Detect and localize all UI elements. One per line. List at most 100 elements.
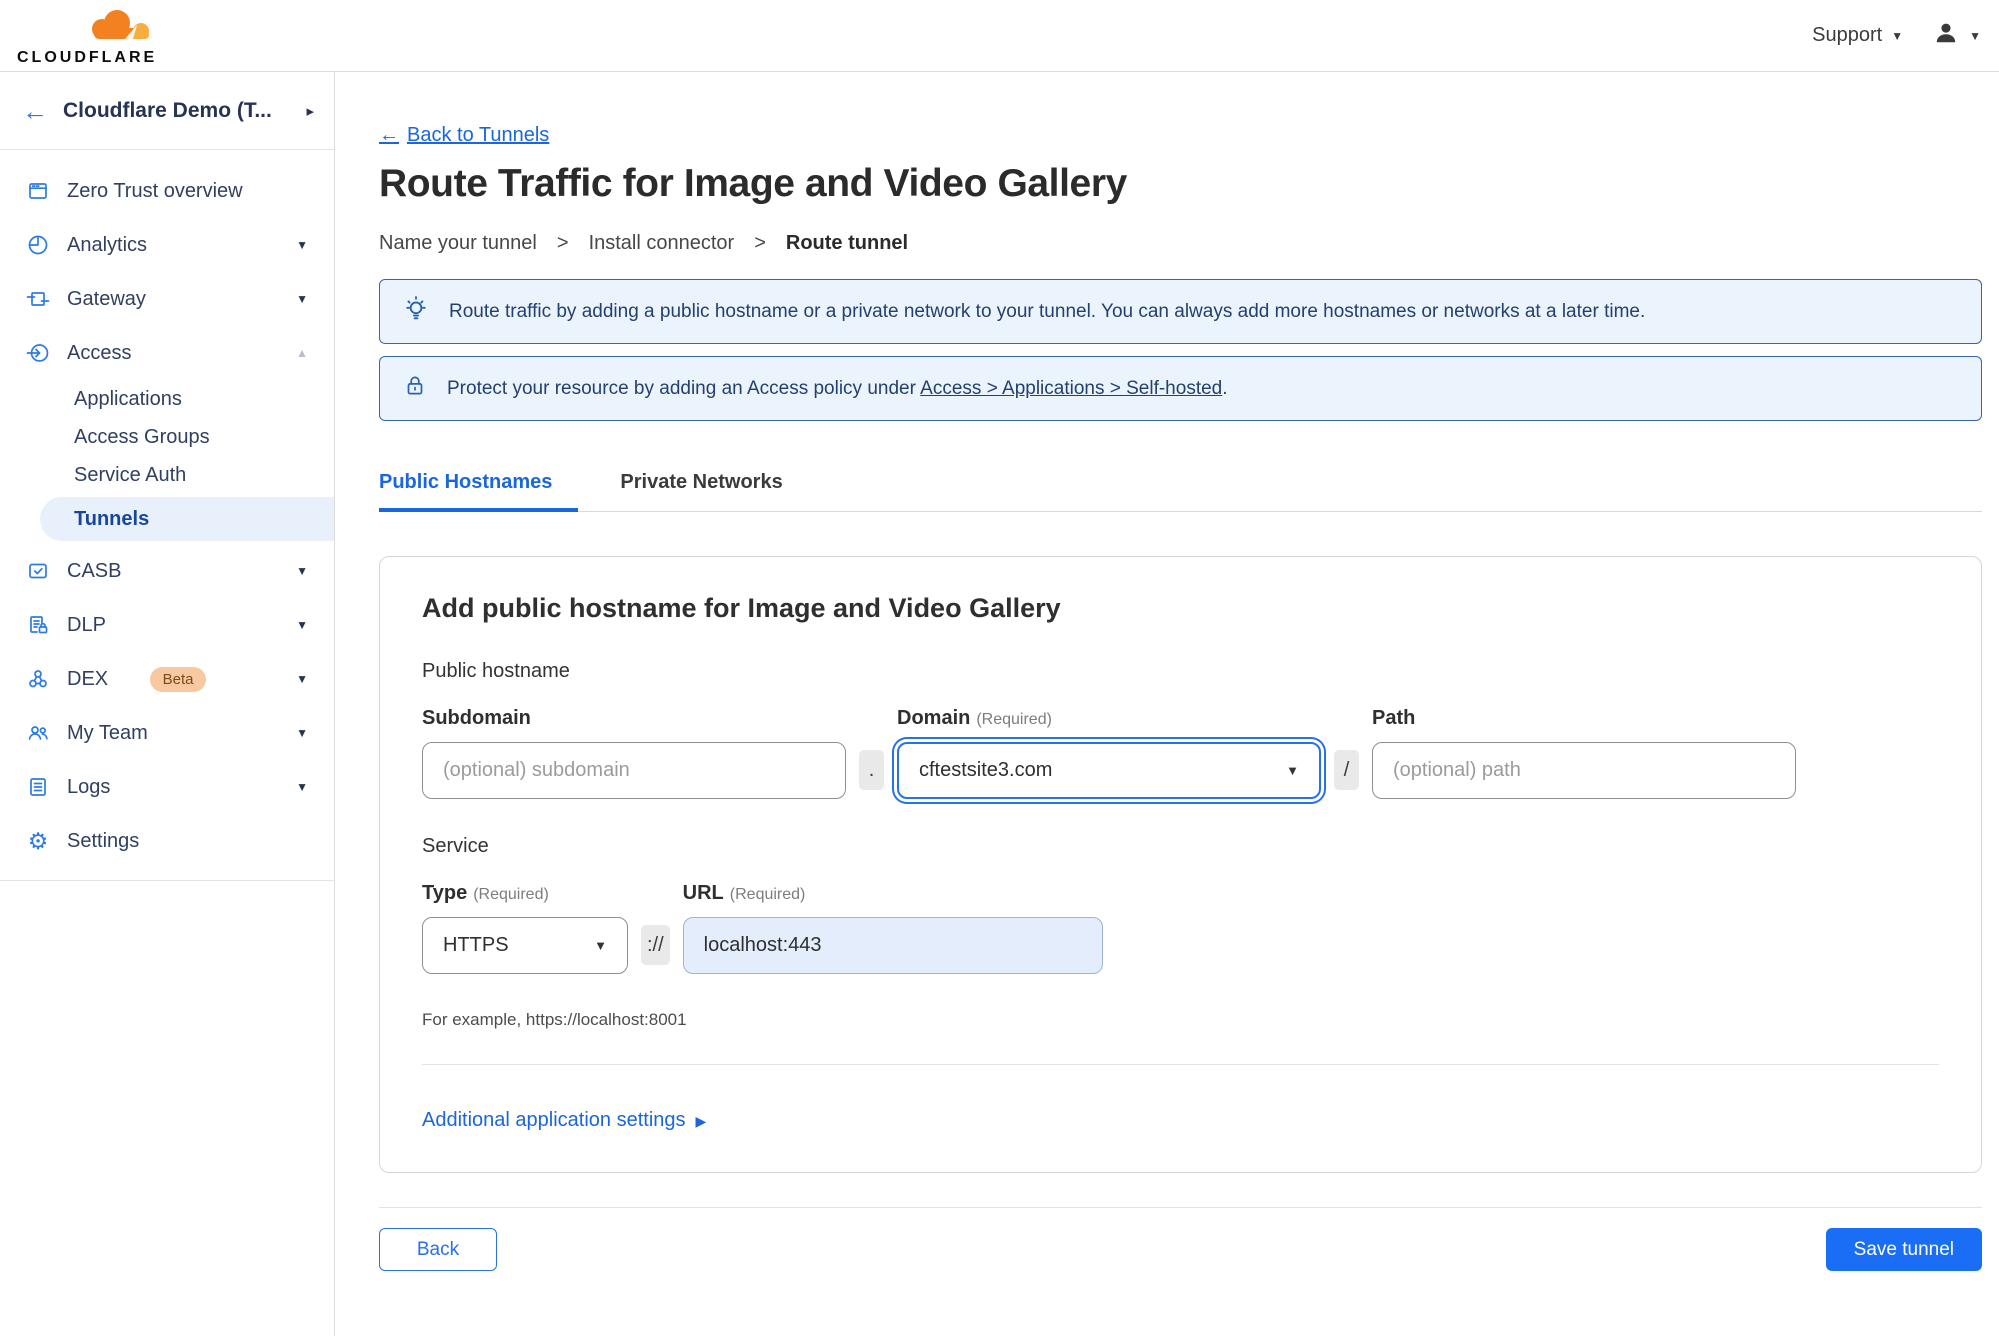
footer-actions: Back Save tunnel: [379, 1228, 1982, 1271]
dot-separator: .: [859, 750, 884, 790]
sidebar-item-dlp[interactable]: DLP ▼: [0, 598, 334, 652]
path-label: Path: [1372, 707, 1416, 729]
sidebar-item-label: Analytics: [67, 233, 148, 256]
dlp-document-lock-icon: [26, 613, 50, 637]
service-type-select[interactable]: HTTPS ▼: [422, 917, 628, 974]
sidebar-item-label: Logs: [67, 775, 111, 798]
sidebar: ← Cloudflare Demo (T... ▸ Zero Trust ove…: [0, 72, 335, 1336]
url-label: URL: [682, 882, 724, 904]
service-type-selected-value: HTTPS: [443, 934, 509, 956]
step-install-connector[interactable]: Install connector: [589, 232, 735, 255]
page-title: Route Traffic for Image and Video Galler…: [379, 162, 1127, 205]
chevron-down-icon: ▼: [296, 564, 308, 578]
access-applications-self-hosted-link[interactable]: Access > Applications > Self-hosted: [920, 378, 1222, 399]
chevron-down-icon: ▼: [594, 938, 607, 953]
sidebar-item-zero-trust-overview[interactable]: Zero Trust overview: [0, 164, 334, 218]
subdomain-label: Subdomain: [422, 707, 531, 729]
type-label: Type: [422, 882, 468, 904]
support-label: Support: [1812, 24, 1883, 46]
breadcrumb-separator: >: [556, 232, 569, 254]
access-icon: [26, 341, 50, 365]
gear-icon: ⚙: [27, 827, 49, 854]
sidebar-item-label: Settings: [67, 829, 140, 852]
access-policy-banner: Protect your resource by adding an Acces…: [379, 356, 1982, 421]
gateway-icon: [26, 287, 50, 311]
back-button[interactable]: Back: [379, 1228, 497, 1271]
cloudflare-logo[interactable]: CLOUDFLARE: [17, 5, 161, 67]
additional-settings-label: Additional application settings: [422, 1109, 686, 1131]
chevron-down-icon: ▼: [296, 618, 308, 632]
sidebar-item-gateway[interactable]: Gateway ▼: [0, 272, 334, 326]
footer-divider: [379, 1207, 1982, 1208]
sidebar-item-casb[interactable]: CASB ▼: [0, 544, 334, 598]
triangle-right-icon: ▶: [695, 1112, 707, 1129]
sidebar-item-access[interactable]: Access ▲: [0, 326, 334, 380]
sidebar-item-label: DLP: [67, 613, 106, 636]
chevron-down-icon: ▼: [296, 238, 308, 252]
sidebar-item-label: Access: [67, 341, 132, 364]
service-url-input[interactable]: [682, 917, 1103, 974]
cloudflare-cloud-icon: [79, 5, 161, 52]
sidebar-item-applications[interactable]: Applications: [0, 380, 334, 418]
back-arrow-icon: ←: [379, 124, 399, 146]
sidebar-item-settings[interactable]: ⚙ Settings: [0, 814, 334, 868]
chevron-down-icon: ▼: [296, 672, 308, 686]
scheme-separator: ://: [641, 925, 670, 965]
breadcrumb: Name your tunnel > Install connector > R…: [379, 232, 1982, 255]
chevron-down-icon: ▼: [1891, 28, 1904, 43]
account-name: Cloudflare Demo (T...: [63, 98, 272, 122]
sidebar-item-label: Gateway: [67, 287, 146, 310]
sidebar-item-service-auth[interactable]: Service Auth: [0, 456, 334, 494]
breadcrumb-separator: >: [754, 232, 766, 254]
sub-item-label: Tunnels: [74, 507, 150, 530]
subdomain-input[interactable]: [422, 742, 846, 799]
tab-private-networks[interactable]: Private Networks: [620, 471, 782, 511]
team-people-icon: [26, 721, 50, 745]
sidebar-item-access-groups[interactable]: Access Groups: [0, 418, 334, 456]
required-hint: (Required): [729, 886, 806, 903]
url-example-helper: For example, https://localhost:8001: [422, 1010, 687, 1029]
account-switcher[interactable]: ← Cloudflare Demo (T... ▸: [0, 72, 334, 150]
chevron-right-icon: ▸: [306, 102, 314, 120]
sidebar-item-label: My Team: [67, 721, 148, 744]
logs-document-icon: [26, 775, 50, 799]
sub-item-label: Applications: [74, 387, 182, 410]
step-name-your-tunnel[interactable]: Name your tunnel: [379, 232, 537, 255]
sidebar-item-dex[interactable]: DEX Beta ▼: [0, 652, 334, 706]
step-route-tunnel: Route tunnel: [785, 232, 909, 254]
sidebar-divider: [0, 880, 334, 881]
banner-text: Route traffic by adding a public hostnam…: [449, 300, 1646, 322]
sub-item-label: Access Groups: [74, 425, 210, 448]
chevron-down-icon: ▼: [296, 726, 308, 740]
save-tunnel-button[interactable]: Save tunnel: [1825, 1228, 1982, 1271]
top-bar: CLOUDFLARE Support ▼ ▼: [0, 0, 1999, 72]
public-hostname-section-label: Public hostname: [422, 660, 570, 682]
service-section-label: Service: [422, 835, 489, 857]
analytics-pie-icon: [26, 233, 50, 257]
sidebar-item-label: CASB: [67, 559, 122, 582]
sidebar-item-my-team[interactable]: My Team ▼: [0, 706, 334, 760]
back-to-tunnels-link[interactable]: ← Back to Tunnels: [379, 124, 549, 147]
domain-select[interactable]: cftestsite3.com ▼: [897, 742, 1321, 799]
cloudflare-wordmark: CLOUDFLARE: [17, 48, 158, 66]
main-content: ← Back to Tunnels Route Traffic for Imag…: [335, 72, 1999, 1336]
sidebar-nav: Zero Trust overview Analytics ▼ Gateway: [0, 150, 334, 881]
banner-text: Protect your resource by adding an Acces…: [447, 377, 1228, 399]
chevron-down-icon: ▼: [296, 780, 308, 794]
card-divider: [422, 1064, 1939, 1065]
tab-public-hostnames[interactable]: Public Hostnames: [379, 471, 579, 512]
back-arrow-icon[interactable]: ←: [22, 98, 48, 124]
support-menu[interactable]: Support ▼: [1812, 24, 1903, 47]
tab-bar: Public Hostnames Private Networks: [379, 471, 1982, 512]
user-account-menu[interactable]: ▼: [1933, 20, 1981, 51]
route-traffic-info-banner: Route traffic by adding a public hostnam…: [379, 279, 1982, 344]
lock-icon: [402, 373, 428, 405]
chevron-down-icon: ▼: [1286, 763, 1299, 778]
path-input[interactable]: [1372, 742, 1796, 799]
sidebar-item-tunnels[interactable]: Tunnels: [40, 497, 334, 541]
sidebar-item-analytics[interactable]: Analytics ▼: [0, 218, 334, 272]
sub-item-label: Service Auth: [74, 463, 187, 486]
sidebar-item-logs[interactable]: Logs ▼: [0, 760, 334, 814]
additional-application-settings-toggle[interactable]: Additional application settings ▶: [422, 1109, 706, 1132]
sidebar-item-label: Zero Trust overview: [67, 179, 243, 202]
